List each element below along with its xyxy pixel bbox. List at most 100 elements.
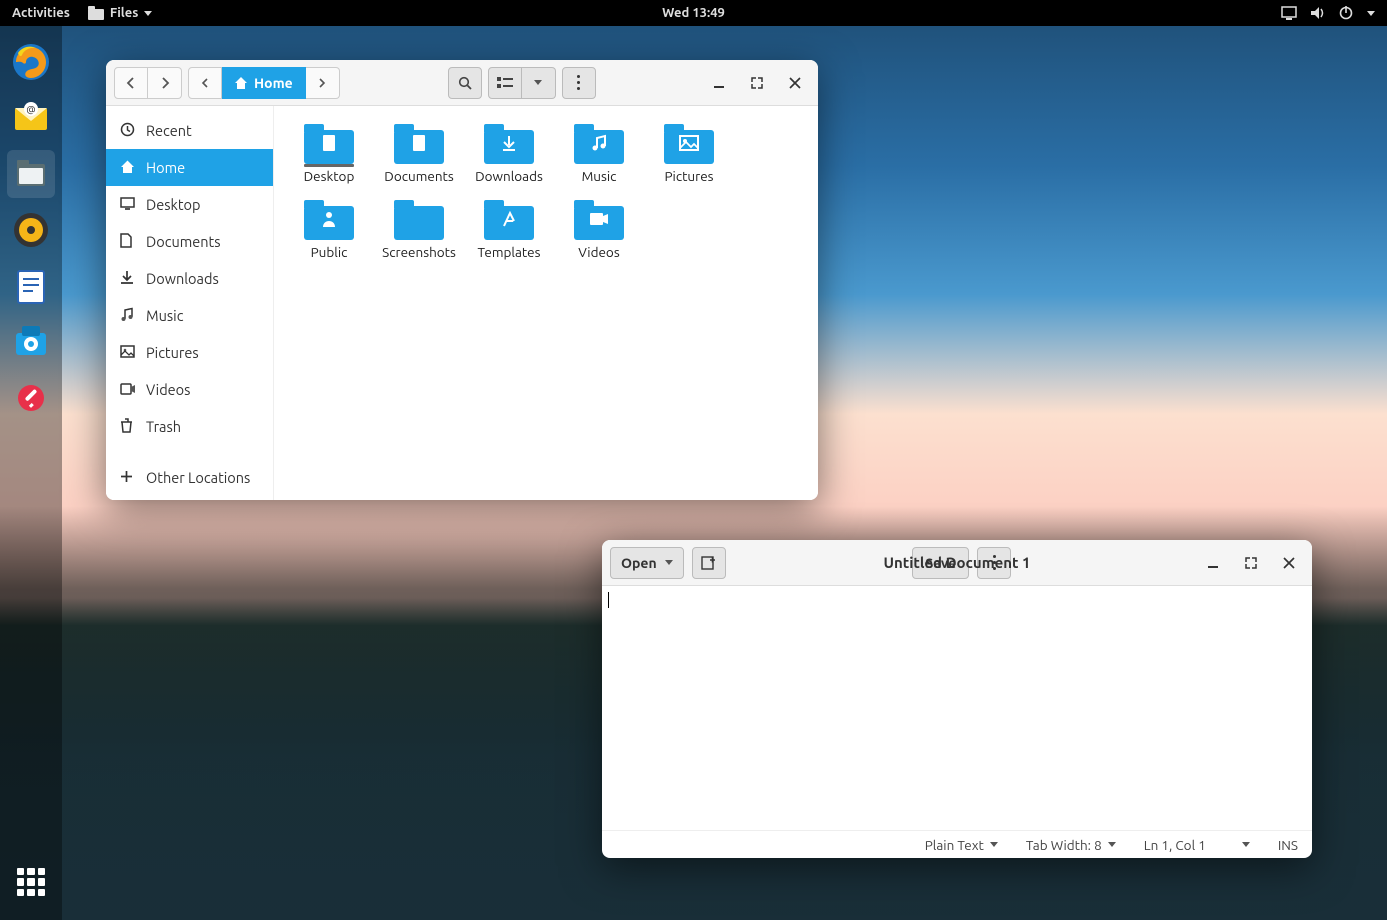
close-button[interactable] [780, 68, 810, 98]
folder-icon [573, 122, 625, 164]
show-applications[interactable] [7, 858, 55, 906]
folder-music[interactable]: Music [554, 122, 644, 184]
tab-width[interactable]: Tab Width: 8 [1026, 837, 1116, 853]
folder-label: Screenshots [382, 244, 456, 260]
plus-icon [120, 469, 136, 486]
folder-templates[interactable]: Templates [464, 198, 554, 260]
sidebar-other-locations[interactable]: Other Locations [106, 459, 273, 496]
arrow-left-icon [124, 76, 138, 90]
sidebar-item-label: Documents [146, 233, 221, 250]
screen-icon[interactable] [1281, 6, 1297, 20]
search-icon [458, 76, 472, 90]
folder-icon [303, 122, 355, 164]
gedit-window: Open Untitled Document 1 Save Plain Text… [602, 540, 1312, 858]
folder-icon [573, 198, 625, 240]
system-menu-chevron-icon[interactable] [1367, 11, 1375, 16]
path-prev-button[interactable] [188, 67, 222, 99]
app-menu-label: Files [110, 6, 138, 20]
apps-grid-icon [17, 868, 45, 896]
folder-videos[interactable]: Videos [554, 198, 644, 260]
folder-public[interactable]: Public [284, 198, 374, 260]
activities-button[interactable]: Activities [12, 6, 70, 20]
syntax-mode[interactable]: Plain Text [925, 837, 998, 853]
minimize-button[interactable] [1198, 548, 1228, 578]
text-area[interactable] [602, 586, 1312, 830]
sidebar-item-documents[interactable]: Documents [106, 223, 273, 260]
back-button[interactable] [114, 67, 148, 99]
folder-downloads[interactable]: Downloads [464, 122, 554, 184]
insert-mode[interactable]: INS [1278, 837, 1298, 853]
volume-icon[interactable] [1311, 6, 1325, 20]
dock-editor[interactable] [7, 374, 55, 422]
sidebar-item-recent[interactable]: Recent [106, 112, 273, 149]
chevron-down-icon [665, 560, 673, 565]
desktop-icon [120, 196, 136, 213]
clock[interactable]: Wed 13:49 [662, 6, 725, 20]
folder-label: Music [582, 168, 617, 184]
dock-mail[interactable]: @ [7, 94, 55, 142]
arrow-right-icon [158, 76, 172, 90]
folder-label: Videos [578, 244, 619, 260]
sidebar-item-trash[interactable]: Trash [106, 408, 273, 445]
power-icon[interactable] [1339, 6, 1353, 20]
nav-buttons [114, 67, 182, 99]
sidebar-item-desktop[interactable]: Desktop [106, 186, 273, 223]
doc-icon [120, 233, 136, 251]
dock-files[interactable] [7, 150, 55, 198]
forward-button[interactable] [148, 67, 182, 99]
maximize-button[interactable] [1236, 548, 1266, 578]
path-bar: Home [188, 67, 340, 99]
text-cursor [608, 592, 609, 608]
sidebar-item-label: Downloads [146, 270, 219, 287]
open-label: Open [621, 555, 657, 571]
path-next-button[interactable] [306, 67, 340, 99]
folder-documents[interactable]: Documents [374, 122, 464, 184]
chevron-left-icon [201, 78, 209, 88]
dock-writer[interactable] [7, 262, 55, 310]
picture-icon [120, 344, 136, 361]
svg-text:@: @ [26, 104, 35, 115]
search-button[interactable] [448, 67, 482, 99]
folder-grid: DesktopDocumentsDownloads Music Pictures Pu… [274, 106, 818, 500]
dock-rhythmbox[interactable] [7, 206, 55, 254]
sidebar-item-music[interactable]: Music [106, 297, 273, 334]
dock-firefox[interactable] [7, 38, 55, 86]
dock-software[interactable] [7, 318, 55, 366]
folder-icon [663, 122, 715, 164]
menu-button[interactable] [562, 67, 596, 99]
sidebar-item-pictures[interactable]: Pictures [106, 334, 273, 371]
files-window: Home RecentHomeDesktopDocumentsDownloads… [106, 60, 818, 500]
clock-icon [120, 122, 136, 140]
folder-icon [483, 122, 535, 164]
download-icon [120, 270, 136, 288]
path-home-button[interactable]: Home [222, 67, 306, 99]
sidebar-item-videos[interactable]: Videos [106, 371, 273, 408]
sidebar-item-label: Pictures [146, 344, 199, 361]
folder-desktop[interactable]: Desktop [284, 122, 374, 184]
close-button[interactable] [1274, 548, 1304, 578]
home-icon [120, 159, 136, 177]
new-tab-button[interactable] [692, 547, 726, 579]
list-icon [497, 77, 513, 89]
cursor-position[interactable]: Ln 1, Col 1 [1144, 837, 1250, 853]
chevron-right-icon [318, 78, 326, 88]
chevron-down-icon [144, 11, 152, 16]
view-options-button[interactable] [522, 67, 556, 99]
path-label: Home [254, 75, 293, 91]
sidebar-item-label: Trash [146, 418, 181, 435]
sidebar-item-downloads[interactable]: Downloads [106, 260, 273, 297]
folder-icon [88, 6, 104, 20]
new-document-icon [701, 556, 717, 570]
files-titlebar: Home [106, 60, 818, 106]
maximize-button[interactable] [742, 68, 772, 98]
folder-pictures[interactable]: Pictures [644, 122, 734, 184]
sidebar-item-label: Music [146, 307, 183, 324]
folder-screenshots[interactable]: Screenshots [374, 198, 464, 260]
minimize-button[interactable] [704, 68, 734, 98]
view-toggle-button[interactable] [488, 67, 522, 99]
sidebar-item-home[interactable]: Home [106, 149, 273, 186]
app-menu[interactable]: Files [88, 6, 152, 20]
open-button[interactable]: Open [610, 547, 684, 579]
kebab-icon [577, 75, 580, 90]
video-icon [120, 381, 136, 398]
